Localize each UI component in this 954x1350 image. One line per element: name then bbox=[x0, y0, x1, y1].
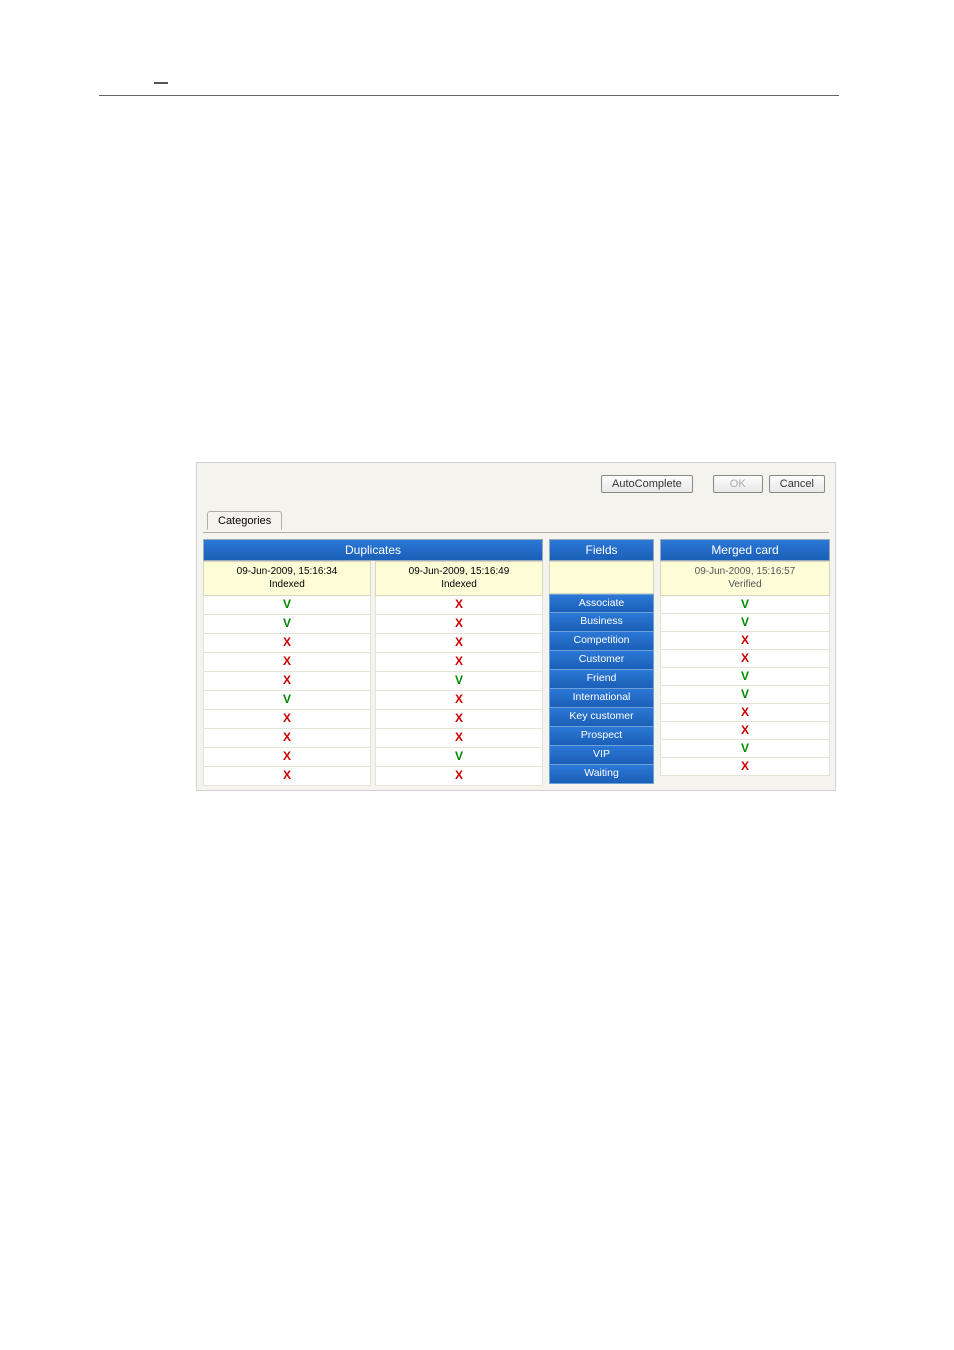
dup-row: VX bbox=[203, 596, 543, 615]
dup-row: XX bbox=[203, 653, 543, 672]
dup-cell-1[interactable]: X bbox=[375, 767, 543, 786]
dup-cell-0[interactable]: V bbox=[203, 596, 371, 615]
dup-cell-1[interactable]: V bbox=[375, 672, 543, 691]
merged-column: Merged card 09-Jun-2009, 15:16:57 Verifi… bbox=[660, 539, 830, 776]
dup-row: VX bbox=[203, 615, 543, 634]
dup-row: XV bbox=[203, 672, 543, 691]
dup-row: XX bbox=[203, 729, 543, 748]
field-label: Friend bbox=[549, 670, 654, 689]
dup-row: VX bbox=[203, 691, 543, 710]
dup-cell-1[interactable]: X bbox=[375, 710, 543, 729]
dup-cell-0[interactable]: X bbox=[203, 710, 371, 729]
dup-cell-0[interactable]: X bbox=[203, 653, 371, 672]
dup-cell-1[interactable]: V bbox=[375, 748, 543, 767]
dup-cell-0[interactable]: X bbox=[203, 767, 371, 786]
cancel-button[interactable]: Cancel bbox=[769, 475, 825, 493]
dup-cell-0[interactable]: X bbox=[203, 748, 371, 767]
field-label: International bbox=[549, 689, 654, 708]
dup-cell-0[interactable]: V bbox=[203, 691, 371, 710]
header-mark bbox=[154, 82, 168, 84]
field-label: Waiting bbox=[549, 765, 654, 784]
merged-source-status: Verified bbox=[728, 579, 761, 590]
merged-cell[interactable]: X bbox=[660, 650, 830, 668]
fields-header: Fields bbox=[549, 539, 654, 561]
merged-cell[interactable]: X bbox=[660, 722, 830, 740]
dup-cell-0[interactable]: V bbox=[203, 615, 371, 634]
duplicates-header: Duplicates bbox=[203, 539, 543, 561]
field-label: Associate bbox=[549, 594, 654, 613]
field-label: VIP bbox=[549, 746, 654, 765]
tab-categories[interactable]: Categories bbox=[207, 511, 282, 530]
merged-cell[interactable]: V bbox=[660, 596, 830, 614]
dialog-button-bar: AutoComplete OK Cancel bbox=[197, 463, 835, 511]
dup-cell-1[interactable]: X bbox=[375, 615, 543, 634]
dup-source-1-status: Indexed bbox=[441, 579, 477, 590]
dup-source-0-status: Indexed bbox=[269, 579, 305, 590]
merged-cell[interactable]: V bbox=[660, 686, 830, 704]
merged-cell[interactable]: X bbox=[660, 704, 830, 722]
header-rule bbox=[99, 95, 839, 96]
dup-source-0-header[interactable]: 09-Jun-2009, 15:16:34 Indexed bbox=[203, 561, 371, 596]
dup-cell-1[interactable]: X bbox=[375, 634, 543, 653]
merged-cell[interactable]: X bbox=[660, 632, 830, 650]
dup-row: XX bbox=[203, 767, 543, 786]
field-label: Business bbox=[549, 613, 654, 632]
dup-cell-0[interactable]: X bbox=[203, 729, 371, 748]
field-label: Customer bbox=[549, 651, 654, 670]
dup-row: XX bbox=[203, 710, 543, 729]
merged-cell[interactable]: V bbox=[660, 614, 830, 632]
dup-cell-1[interactable]: X bbox=[375, 653, 543, 672]
duplicates-column: Duplicates 09-Jun-2009, 15:16:34 Indexed… bbox=[203, 539, 543, 786]
dup-cell-1[interactable]: X bbox=[375, 596, 543, 615]
tab-baseline bbox=[203, 532, 829, 533]
tab-strip: Categories bbox=[203, 511, 829, 533]
dup-cell-0[interactable]: X bbox=[203, 634, 371, 653]
dup-cell-1[interactable]: X bbox=[375, 691, 543, 710]
dup-source-1-ts: 09-Jun-2009, 15:16:49 bbox=[409, 566, 510, 577]
merged-source-ts: 09-Jun-2009, 15:16:57 bbox=[695, 566, 796, 577]
fields-subhead-spacer bbox=[549, 561, 654, 594]
autocomplete-button[interactable]: AutoComplete bbox=[601, 475, 693, 493]
field-label: Competition bbox=[549, 632, 654, 651]
merged-header: Merged card bbox=[660, 539, 830, 561]
field-label: Key customer bbox=[549, 708, 654, 727]
merged-source-header[interactable]: 09-Jun-2009, 15:16:57 Verified bbox=[660, 561, 830, 596]
field-label: Prospect bbox=[549, 727, 654, 746]
dup-row: XV bbox=[203, 748, 543, 767]
merged-cell[interactable]: V bbox=[660, 740, 830, 758]
fields-column: Fields AssociateBusinessCompetitionCusto… bbox=[549, 539, 654, 784]
merge-dialog: AutoComplete OK Cancel Categories Duplic… bbox=[196, 462, 836, 791]
merge-grid: Duplicates 09-Jun-2009, 15:16:34 Indexed… bbox=[197, 533, 835, 790]
merged-cell[interactable]: X bbox=[660, 758, 830, 776]
dup-source-1-header[interactable]: 09-Jun-2009, 15:16:49 Indexed bbox=[375, 561, 543, 596]
dup-row: XX bbox=[203, 634, 543, 653]
dup-source-0-ts: 09-Jun-2009, 15:16:34 bbox=[237, 566, 338, 577]
dup-cell-0[interactable]: X bbox=[203, 672, 371, 691]
merged-cell[interactable]: V bbox=[660, 668, 830, 686]
ok-button[interactable]: OK bbox=[713, 475, 763, 493]
dup-cell-1[interactable]: X bbox=[375, 729, 543, 748]
